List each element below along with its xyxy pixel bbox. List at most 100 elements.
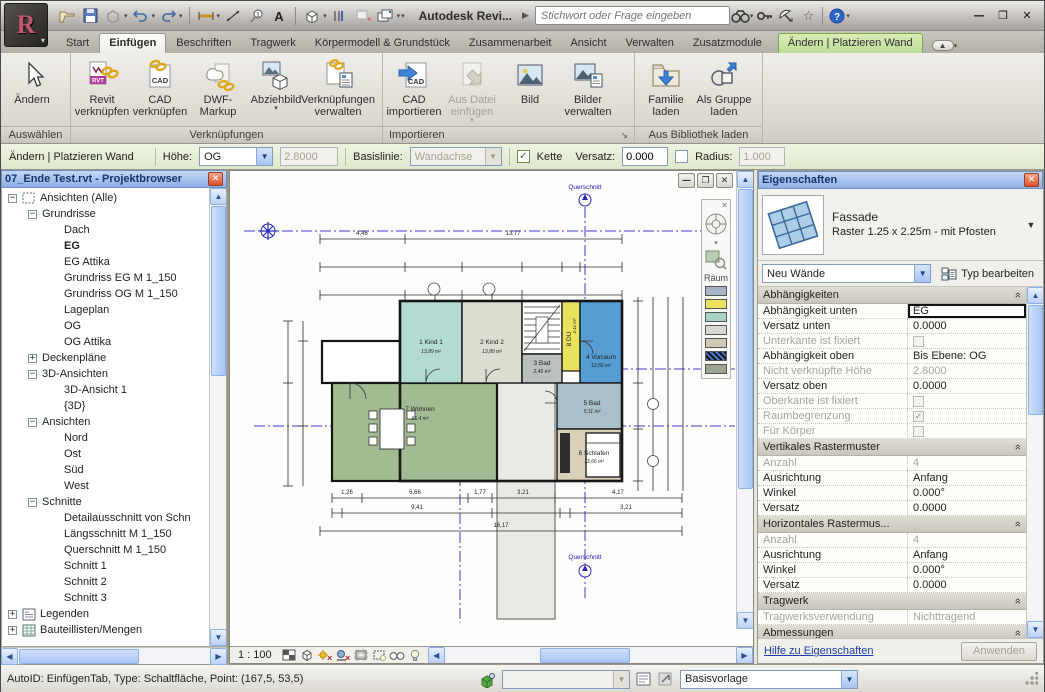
tree-item-schnitt-3[interactable]: Schnitt 3 xyxy=(2,590,209,606)
ribbon-button-cad-importieren[interactable]: CAD CAD importieren xyxy=(385,56,443,120)
tree-item-grundrisse[interactable]: −Grundrisse xyxy=(2,206,209,222)
tree-item-ansichten[interactable]: −Ansichten xyxy=(2,414,209,430)
chevron-down-icon[interactable]: ▾ xyxy=(152,12,156,20)
tree-item-grundriss-og[interactable]: Grundriss OG M 1_150 xyxy=(2,286,209,302)
tree-item-sued[interactable]: Süd xyxy=(2,462,209,478)
ribbon-button-dwf-markup[interactable]: DWF-Markup xyxy=(189,56,247,120)
close-icon[interactable]: ✕ xyxy=(208,172,223,186)
tree-item-og-attika[interactable]: OG Attika xyxy=(2,334,209,350)
chevron-down-icon[interactable]: ▾ xyxy=(217,12,221,20)
terrace[interactable] xyxy=(497,383,555,619)
scroll-up-icon[interactable]: ▲ xyxy=(1027,287,1043,304)
text-icon[interactable]: A xyxy=(269,6,289,26)
section-horizontales-rastermuster[interactable]: Horizontales Rastermus...» xyxy=(758,516,1026,533)
tab-start[interactable]: Start xyxy=(57,34,98,53)
grid-bubble[interactable] xyxy=(428,283,440,295)
legend-swatch[interactable] xyxy=(705,286,727,296)
section-icon[interactable] xyxy=(330,6,350,26)
expand-icon[interactable]: + xyxy=(28,354,37,363)
tree-item-grundriss-eg[interactable]: Grundriss EG M 1_150 xyxy=(2,270,209,286)
type-selector[interactable]: Fassade Raster 1.25 x 2.25m - mit Pfoste… xyxy=(758,189,1043,261)
ribbon-button-als-gruppe-laden[interactable]: Als Gruppe laden xyxy=(695,56,753,120)
element-filter-combo[interactable]: Neu Wände▼ xyxy=(762,264,931,283)
property-row[interactable]: Versatz0.0000 xyxy=(758,501,1026,516)
tree-item-bauteillisten[interactable]: +Bauteillisten/Mengen xyxy=(2,622,209,638)
legend-swatch[interactable] xyxy=(705,351,727,361)
property-row[interactable]: Versatz unten0.0000 xyxy=(758,319,1026,334)
tree-item-detailausschnitt[interactable]: Detailausschnitt von Schn xyxy=(2,510,209,526)
close-icon[interactable]: ✕ xyxy=(1024,173,1039,187)
properties-titlebar[interactable]: Eigenschaften ✕ xyxy=(758,171,1043,189)
edit-type-button[interactable]: Typ bearbeiten xyxy=(936,264,1039,284)
ribbon-button-aendern[interactable]: Ändern xyxy=(3,56,61,108)
section-vertikales-rastermuster[interactable]: Vertikales Rastermuster» xyxy=(758,439,1026,456)
collapse-icon[interactable]: − xyxy=(28,418,37,427)
save-icon[interactable] xyxy=(80,6,100,26)
offset-field[interactable] xyxy=(622,147,668,166)
tree-item-3d[interactable]: {3D} xyxy=(2,398,209,414)
view-close-icon[interactable]: ✕ xyxy=(716,173,733,188)
tree-item-3d-ansichten[interactable]: −3D-Ansichten xyxy=(2,366,209,382)
tab-einfuegen[interactable]: Einfügen xyxy=(99,33,166,53)
collapse-chevron-icon[interactable]: » xyxy=(1012,521,1024,527)
tree-item-dach[interactable]: Dach xyxy=(2,222,209,238)
ribbon-button-bild[interactable]: Bild xyxy=(501,56,559,108)
chain-checkbox[interactable]: ✓ xyxy=(517,150,530,163)
project-browser-titlebar[interactable]: 07_Ende Test.rvt - Projektbrowser ✕ xyxy=(1,170,227,188)
minimize-button[interactable]: — xyxy=(968,7,990,25)
legend-swatch[interactable] xyxy=(705,338,727,348)
tree-item-schnitt-2[interactable]: Schnitt 2 xyxy=(2,574,209,590)
detail-level-icon[interactable] xyxy=(280,648,298,663)
expand-icon[interactable]: + xyxy=(8,610,17,619)
property-row[interactable]: Abhängigkeit untenEG xyxy=(758,304,1026,319)
scroll-right-icon[interactable]: ▶ xyxy=(736,647,753,664)
property-row[interactable]: Abhängigkeit obenBis Ebene: OG xyxy=(758,349,1026,364)
ribbon-button-cad-verknuepfen[interactable]: CAD CAD verknüpfen xyxy=(131,56,189,120)
measure-icon[interactable] xyxy=(196,6,216,26)
property-row[interactable]: AusrichtungAnfang xyxy=(758,471,1026,486)
key-icon[interactable] xyxy=(753,6,775,26)
canvas-vertical-scrollbar[interactable]: ▲ ▼ xyxy=(736,171,753,629)
tree-item-eg-attika[interactable]: EG Attika xyxy=(2,254,209,270)
chevron-down-icon[interactable]: ▼ xyxy=(1023,220,1039,230)
tree-item-ansichten-alle[interactable]: −Ansichten (Alle) xyxy=(2,190,209,206)
maximize-button[interactable]: ❐ xyxy=(992,7,1014,25)
drawing-view-eg[interactable]: Querschnitt Querschnitt xyxy=(229,170,754,664)
redo-icon[interactable] xyxy=(158,6,178,26)
scroll-down-icon[interactable]: ▼ xyxy=(1027,621,1043,638)
chevron-down-icon[interactable]: ▼ xyxy=(256,148,272,165)
section-marker-top[interactable]: Querschnitt xyxy=(568,184,601,206)
default-3d-view-icon[interactable] xyxy=(302,6,322,26)
ribbon-button-abziehbild[interactable]: Abziehbild ▾ xyxy=(247,56,305,114)
tab-tragwerk[interactable]: Tragwerk xyxy=(241,34,304,53)
collapse-icon[interactable]: − xyxy=(28,210,37,219)
property-row[interactable]: Winkel0.000° xyxy=(758,486,1026,501)
scale-control[interactable]: 1 : 100 xyxy=(230,649,280,661)
open-icon[interactable] xyxy=(57,6,77,26)
room-legend-panel[interactable]: ✕ ▾ Räum xyxy=(701,199,731,379)
section-tragwerk[interactable]: Tragwerk» xyxy=(758,593,1026,610)
ribbon-button-verknuepfungen-verwalten[interactable]: Verknüpfungen verwalten xyxy=(305,56,371,120)
scroll-up-icon[interactable]: ▲ xyxy=(210,188,227,205)
tree-item-legenden[interactable]: +Legenden xyxy=(2,606,209,622)
tree-item-nord[interactable]: Nord xyxy=(2,430,209,446)
dialog-launcher-icon[interactable]: ↘ xyxy=(620,130,628,141)
ribbon-state-control[interactable]: ▲▾ xyxy=(932,40,957,51)
minimize-ribbon-icon[interactable]: ▲ xyxy=(932,40,954,51)
rooms[interactable] xyxy=(322,301,622,481)
tree-item-schnitte[interactable]: −Schnitte xyxy=(2,494,209,510)
ribbon-button-revit-verknuepfen[interactable]: RVT Revit verknüpfen xyxy=(73,56,131,120)
visual-style-icon[interactable] xyxy=(298,648,316,663)
application-menu-button[interactable]: R ▾ xyxy=(4,3,48,47)
chevron-down-icon[interactable]: ▾ xyxy=(954,42,958,50)
collapse-icon[interactable]: − xyxy=(28,370,37,379)
binoculars-icon[interactable] xyxy=(730,6,752,26)
tree-item-laengsschnitt[interactable]: Längsschnitt M 1_150 xyxy=(2,526,209,542)
editing-requests-icon[interactable] xyxy=(636,672,652,686)
tree-item-schnitt-1[interactable]: Schnitt 1 xyxy=(2,558,209,574)
scroll-left-icon[interactable]: ◀ xyxy=(428,647,445,664)
collapse-chevron-icon[interactable]: » xyxy=(1012,444,1024,450)
chevron-down-icon[interactable]: ▾ xyxy=(274,106,278,112)
lightbulb-icon[interactable] xyxy=(406,648,424,663)
view-reference-icon[interactable] xyxy=(259,222,277,240)
